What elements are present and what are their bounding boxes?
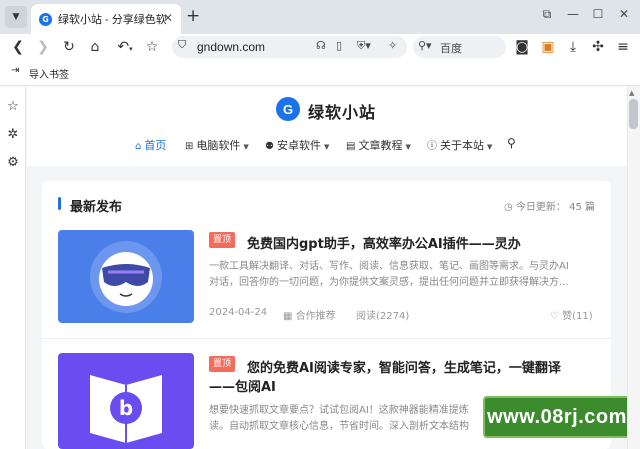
download-icon[interactable]: ⤓ [562, 37, 584, 57]
favorite-star-icon[interactable]: ☆ [141, 37, 163, 57]
address-url[interactable]: gndown.com [197, 40, 265, 54]
post-title-line-2[interactable]: ——包阅AI [209, 376, 276, 395]
post-date: 2024-04-24 [209, 307, 268, 318]
caret-down-icon: ▼ [487, 143, 493, 151]
info-icon: ⓘ [427, 141, 437, 152]
back-button[interactable]: ❮ [7, 37, 29, 57]
post-thumbnail[interactable]: b [58, 353, 194, 449]
page-scrollbar[interactable] [627, 87, 640, 449]
read-aloud-icon[interactable]: ☊ [316, 39, 326, 52]
nav-tutorials[interactable]: ▤ 文章教程 ▼ [346, 137, 411, 153]
minimize-button[interactable]: — [562, 7, 584, 21]
home-button[interactable]: ⌂ [84, 37, 106, 57]
document-icon: ▤ [346, 141, 356, 152]
post-category-label: 合作推荐 [295, 311, 336, 322]
extensions-icon[interactable]: ✣ [587, 37, 609, 57]
svg-text:b: b [119, 396, 133, 420]
nav-pc-software-label: 电脑软件 [196, 139, 241, 152]
add-bookmark-icon[interactable]: ✧ [388, 39, 397, 52]
tab-list-button[interactable]: ▼ [5, 6, 27, 28]
post-thumbnail[interactable] [58, 230, 194, 323]
nav-about-label: 关于本站 [440, 139, 484, 152]
post-likes[interactable]: ♡ 赞(11) [550, 307, 593, 322]
scroll-up-arrow-icon[interactable]: ▲ [629, 89, 634, 97]
nav-pc-software[interactable]: ⊞ 电脑软件 ▼ [185, 137, 249, 153]
tab-close-icon[interactable]: ✕ [163, 11, 173, 25]
post-excerpt-line-1: 一款工具解决翻译、对话、写作、阅读、信息获取、笔记、画图等需求。与灵办AI [209, 261, 569, 272]
import-bookmarks-icon: ⇥ [11, 65, 20, 76]
thumbs-up-icon: ♡ [550, 311, 559, 322]
security-shield-icon[interactable]: ⛉ [178, 38, 186, 52]
nav-about[interactable]: ⓘ 关于本站 ▼ [427, 137, 492, 153]
watermark-badge: www.08rj.com [483, 396, 631, 438]
search-icon[interactable]: ⚲▾ [418, 39, 432, 52]
post-likes-label: 赞(11) [562, 311, 593, 322]
reload-button[interactable]: ↻ [58, 37, 80, 57]
nav-android-software-label: 安卓软件 [276, 139, 321, 152]
book-icon: b [90, 375, 162, 443]
today-update-count: ◷ 今日更新： 45 篇 [504, 198, 595, 213]
post-excerpt-line-2: 对话，回答你的一切问题，为你提供文案灵感，提出任何问题并立即获得解决方... [209, 277, 569, 288]
nav-android-software[interactable]: ⚉ 安卓软件 ▼ [265, 137, 329, 153]
today-count: 45 [569, 202, 582, 213]
android-icon: ⚉ [265, 141, 274, 152]
pinned-tag: 置顶 [209, 232, 236, 248]
caret-down-icon: ▼ [243, 143, 249, 151]
post-divider [42, 338, 611, 339]
today-unit: 篇 [585, 202, 596, 213]
nav-tutorials-label: 文章教程 [358, 139, 403, 152]
import-bookmarks-link[interactable]: 导入书签 [29, 66, 69, 81]
clock-icon: ◷ [504, 202, 513, 213]
post-title-line-1[interactable]: 您的免费AI阅读专家，智能问答，生成笔记，一键翻译 [247, 357, 561, 376]
post-category[interactable]: ▦ 合作推荐 [283, 307, 336, 322]
search-input[interactable]: 百度 [440, 40, 462, 56]
today-label: 今日更新： [515, 202, 566, 213]
side-favorites-icon[interactable]: ☆ [5, 99, 21, 114]
folder-icon: ▦ [283, 311, 293, 322]
scrollbar-thumb[interactable] [629, 99, 638, 129]
nav-home[interactable]: ⌂ 首页 [135, 137, 166, 153]
menu-icon[interactable]: ≡ [612, 37, 634, 57]
caret-down-icon: ▼ [323, 143, 330, 151]
side-settings-icon[interactable]: ⚙ [5, 155, 21, 170]
new-tab-button[interactable]: + [186, 8, 200, 25]
browser-tab[interactable]: G 绿软小站 - 分享绿色软 ✕ [31, 4, 181, 34]
windows-icon: ⊞ [185, 141, 194, 152]
side-apps-icon[interactable]: ✲ [5, 127, 21, 142]
undo-close-button[interactable]: ↶▾ [110, 37, 140, 57]
maximize-button[interactable]: ☐ [587, 7, 609, 21]
post-title[interactable]: 免费国内gpt助手，高效率办公AI插件——灵办 [247, 233, 521, 252]
site-name[interactable]: 绿软小站 [308, 99, 376, 123]
section-accent-bar [58, 197, 61, 210]
caret-down-icon: ▼ [405, 143, 411, 151]
tab-favicon-icon: G [39, 12, 52, 26]
post-views: 阅读(2274) [356, 311, 410, 322]
tab-title: 绿软小站 - 分享绿色软 [58, 14, 166, 26]
section-title: 最新发布 [70, 200, 123, 215]
extension-shield-icon[interactable]: ⛨▾ [357, 39, 371, 53]
tile-windows-icon[interactable]: ⧉ [536, 7, 558, 22]
close-window-button[interactable]: ✕ [613, 7, 635, 21]
nav-home-label: 首页 [144, 139, 167, 152]
screenshot-icon[interactable]: ◙ [511, 37, 533, 57]
bookmark-bar [0, 60, 640, 86]
home-icon: ⌂ [135, 141, 142, 152]
site-logo-icon[interactable]: G [276, 97, 300, 121]
vr-mascot-icon [90, 241, 162, 313]
collection-icon[interactable]: ▣ [537, 37, 559, 57]
pinned-tag: 置顶 [209, 356, 236, 372]
chevron-down-icon: ▼ [12, 12, 20, 22]
reader-mode-icon[interactable]: ▯ [336, 39, 342, 52]
site-search-icon[interactable]: ⚲ [507, 136, 516, 150]
forward-button[interactable]: ❯ [32, 37, 54, 57]
